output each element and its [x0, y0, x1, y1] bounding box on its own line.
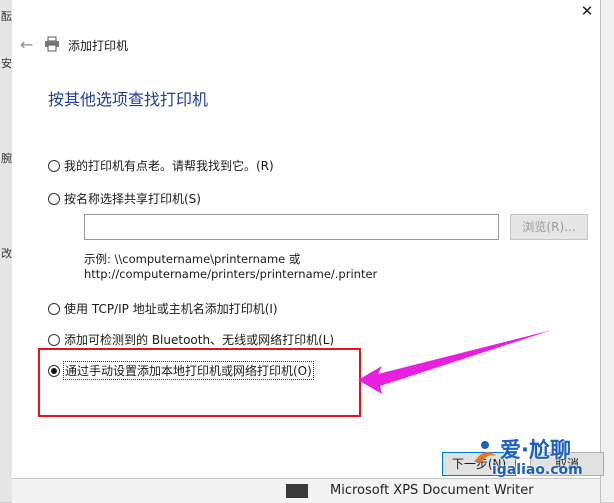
radio-button[interactable]	[48, 159, 60, 172]
radio-button[interactable]	[48, 302, 60, 315]
option-old-printer[interactable]: 我的打印机有点老。请帮我找到它。(R)	[48, 157, 274, 174]
example-path-text: 示例: \\computername\printername 或	[84, 252, 301, 266]
close-icon[interactable]: ✕	[578, 2, 596, 20]
title-bar: ✕	[12, 0, 600, 22]
printer-icon	[45, 36, 59, 52]
background-glyph: 改	[1, 247, 12, 260]
background-glyph: 安	[1, 57, 12, 70]
background-glyph: 腕	[1, 152, 12, 165]
option-label: 按名称选择共享打印机(S)	[64, 192, 201, 206]
radio-button[interactable]	[48, 192, 60, 205]
option-bluetooth-printer[interactable]: 添加可检测到的 Bluetooth、无线或网络打印机(L)	[48, 331, 334, 348]
page-heading: 按其他选项查找打印机	[48, 90, 209, 109]
pointer-arrow-annotation	[358, 330, 552, 394]
dialog-title: 添加打印机	[68, 39, 129, 53]
option-tcpip-printer[interactable]: 使用 TCP/IP 地址或主机名添加打印机(I)	[48, 300, 278, 317]
shared-printer-name-input[interactable]	[84, 214, 499, 240]
example-url-text: http://computername/printers/printername…	[84, 267, 378, 281]
radio-button[interactable]	[48, 333, 60, 346]
option-label: 使用 TCP/IP 地址或主机名添加打印机(I)	[64, 302, 278, 316]
watermark: 爱·尬聊 igaliao.com	[470, 434, 604, 490]
browse-button[interactable]: 浏览(R)...	[510, 214, 588, 240]
option-label: 我的打印机有点老。请帮我找到它。(R)	[64, 159, 274, 173]
highlight-annotation-box	[38, 348, 361, 417]
background-window-right	[600, 0, 614, 502]
add-printer-dialog: ✕ ← 添加打印机 按其他选项查找打印机 我的打印机有点老。请帮我找到它。(R)…	[12, 0, 604, 478]
watermark-title: 爱·尬聊	[500, 438, 571, 462]
back-arrow-icon[interactable]: ←	[20, 35, 33, 54]
background-glyph: 酝	[1, 10, 12, 23]
option-label: 添加可检测到的 Bluetooth、无线或网络打印机(L)	[64, 333, 335, 347]
printer-device-icon	[286, 484, 308, 498]
watermark-url: igaliao.com	[492, 462, 583, 478]
option-shared-printer[interactable]: 按名称选择共享打印机(S)	[48, 190, 201, 207]
